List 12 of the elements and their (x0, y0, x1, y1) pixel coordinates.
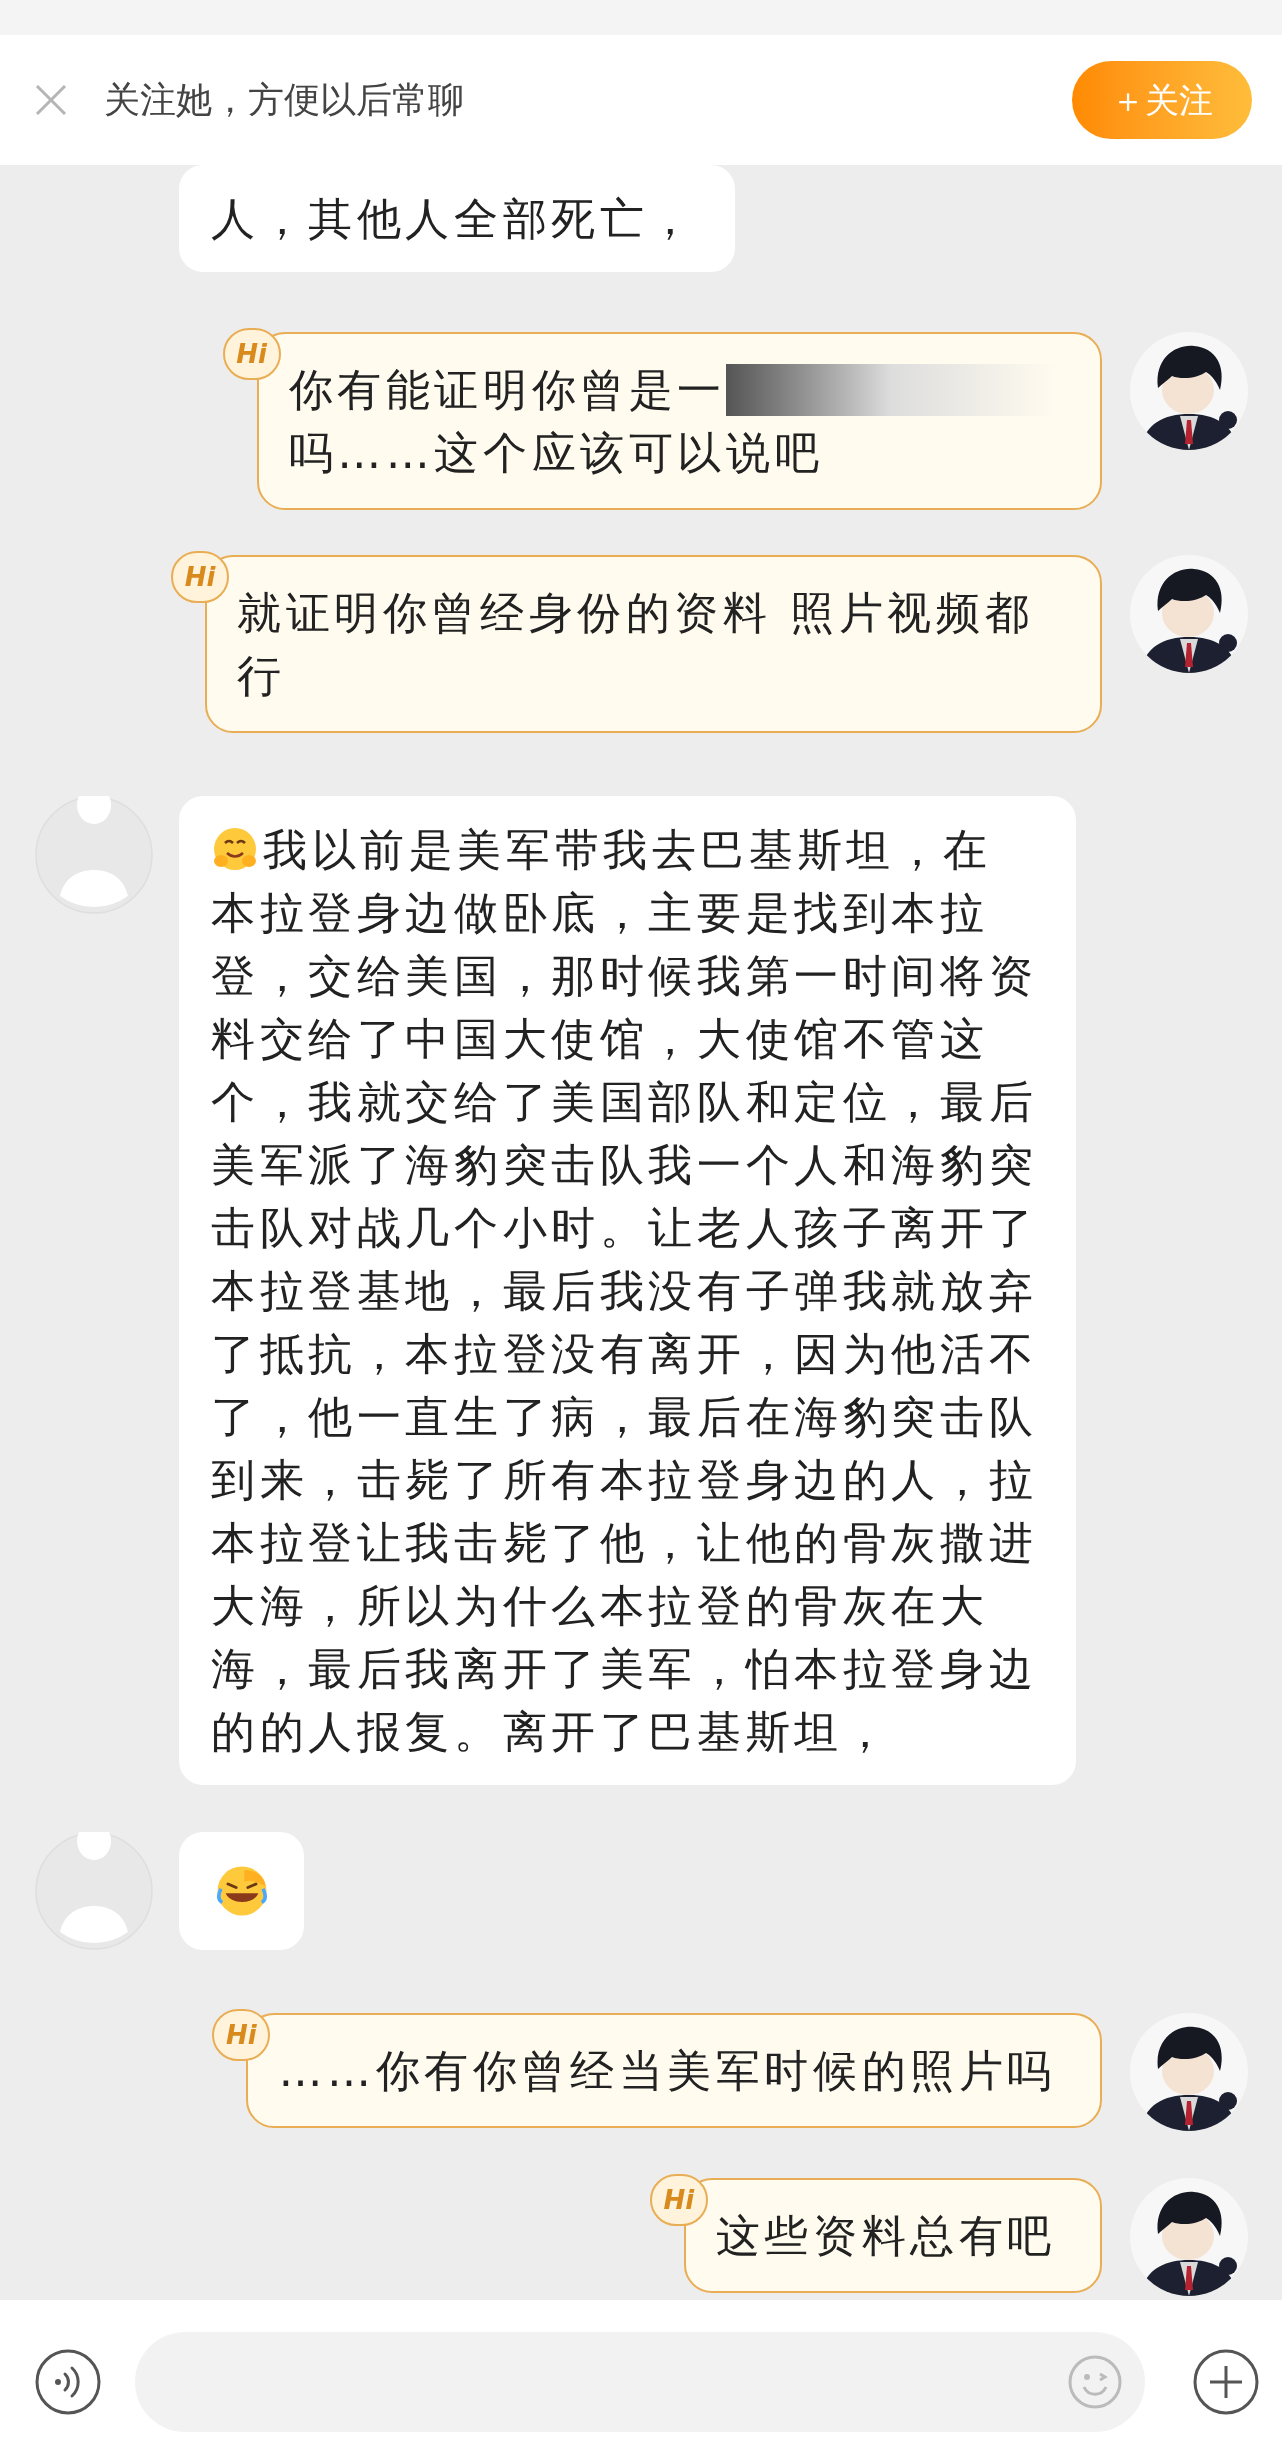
add-icon[interactable] (1192, 2348, 1260, 2416)
hi-badge: Hi (212, 2009, 271, 2061)
follow-button[interactable]: ＋关注 (1072, 61, 1252, 139)
banner-text: 关注她，方便以后常聊 (104, 78, 464, 122)
hi-badge: Hi (222, 328, 281, 380)
hi-badge: Hi (649, 2174, 708, 2226)
voice-icon[interactable] (34, 2348, 102, 2416)
hi-badge: Hi (171, 551, 229, 603)
message-bubble: 我以前是美军带我去巴基斯坦，在本拉登身边做卧底，主要是找到本拉登，交给美国，那时候我第一时间将资料交给了中国大使馆，大使馆不管这个，我就交给了美国部队和定位，最后美军派了海豹突击队我一个人和海豹突击队对战几个小时。让老人孩子离开了本拉登基地，最后我没有子弹我就放弃了抵抗，本拉登没有离开，因为他活不了，他一直生了病，最后在海豹突击队到来，击毙了所有本拉登身边的人，拉本拉登让我击毙了他，让他的骨灰撒进大海，所以为什么本拉登的骨灰在大海，最后我离开了美军，怕本拉登身边的的人报复。离开了巴基斯坦， (179, 796, 1076, 1785)
emoji-icon[interactable] (1067, 2354, 1123, 2410)
message-bubble: 人，其他人全部死亡， (179, 165, 735, 272)
close-icon[interactable] (34, 83, 68, 117)
